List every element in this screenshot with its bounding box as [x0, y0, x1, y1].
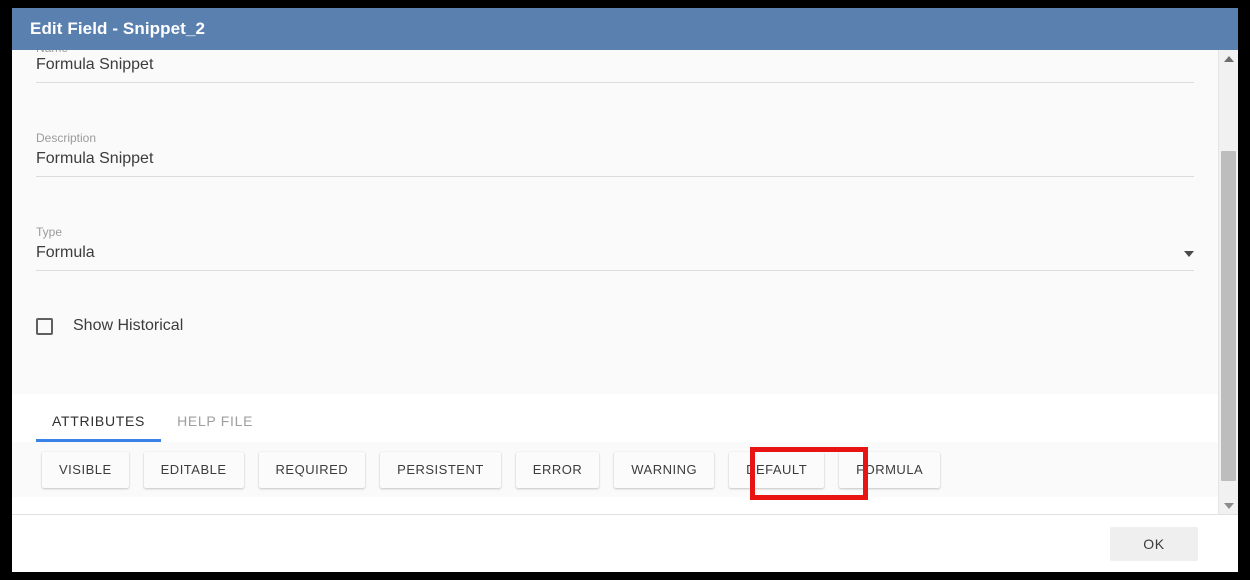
dialog-titlebar: Edit Field - Snippet_2 [12, 8, 1238, 50]
field-form-panel: Name Formula Snippet Description Formula… [12, 50, 1218, 394]
field-description-input[interactable]: Formula Snippet [36, 149, 1194, 177]
show-historical-checkbox[interactable] [36, 317, 53, 335]
attribute-button-default[interactable]: DEFAULT [729, 451, 825, 488]
dialog-body: Name Formula Snippet Description Formula… [12, 50, 1238, 514]
field-description-value: Formula Snippet [36, 150, 154, 167]
scroll-down-button[interactable] [1219, 497, 1238, 514]
tab-bar: ATTRIBUTES HELP FILE [12, 394, 1218, 442]
attribute-button-persistent[interactable]: PERSISTENT [380, 451, 501, 488]
tab-help-file[interactable]: HELP FILE [161, 413, 269, 442]
scrollbar-thumb[interactable] [1221, 151, 1236, 481]
tab-attributes[interactable]: ATTRIBUTES [36, 413, 162, 442]
attribute-button-editable[interactable]: EDITABLE [143, 451, 244, 488]
dialog-title: Edit Field - Snippet_2 [30, 19, 206, 38]
tab-attributes-label: ATTRIBUTES [52, 413, 146, 429]
attribute-button-formula[interactable]: FORMULA [839, 451, 941, 488]
field-name: Name Formula Snippet [36, 50, 1194, 83]
chevron-down-icon[interactable] [1184, 251, 1194, 257]
vertical-scrollbar[interactable] [1218, 50, 1238, 514]
screen: Edit Field - Snippet_2 Name Formula Snip… [0, 0, 1250, 580]
dialog-footer: OK [12, 514, 1238, 572]
edit-field-dialog: Edit Field - Snippet_2 Name Formula Snip… [12, 8, 1238, 572]
ok-button[interactable]: OK [1110, 526, 1198, 561]
attribute-button-required[interactable]: REQUIRED [258, 451, 366, 488]
field-name-label: Name [36, 50, 1194, 55]
scroll-up-button[interactable] [1219, 50, 1238, 67]
triangle-up-icon [1223, 55, 1234, 62]
dialog-content: Name Formula Snippet Description Formula… [12, 50, 1218, 514]
show-historical-label: Show Historical [73, 317, 184, 334]
scrollbar-track[interactable] [1219, 67, 1238, 497]
field-type-select[interactable]: Formula [36, 243, 1194, 271]
field-type-value: Formula [36, 244, 95, 261]
field-type-label: Type [36, 225, 63, 239]
attribute-button-warning[interactable]: WARNING [614, 451, 715, 488]
attribute-button-error[interactable]: ERROR [515, 451, 600, 488]
show-historical-row[interactable]: Show Historical [36, 317, 1194, 335]
field-name-value: Formula Snippet [36, 56, 154, 73]
attribute-button-bar: VISIBLE EDITABLE REQUIRED PERSISTENT ERR… [12, 442, 1218, 497]
attribute-button-visible[interactable]: VISIBLE [42, 451, 129, 488]
triangle-down-icon [1223, 502, 1234, 509]
field-name-input[interactable]: Formula Snippet [36, 55, 1194, 83]
field-description: Description Formula Snippet [36, 131, 1194, 177]
field-type: Type Formula [36, 225, 1194, 271]
tab-help-file-label: HELP FILE [177, 413, 254, 429]
field-description-label: Description [36, 131, 97, 145]
